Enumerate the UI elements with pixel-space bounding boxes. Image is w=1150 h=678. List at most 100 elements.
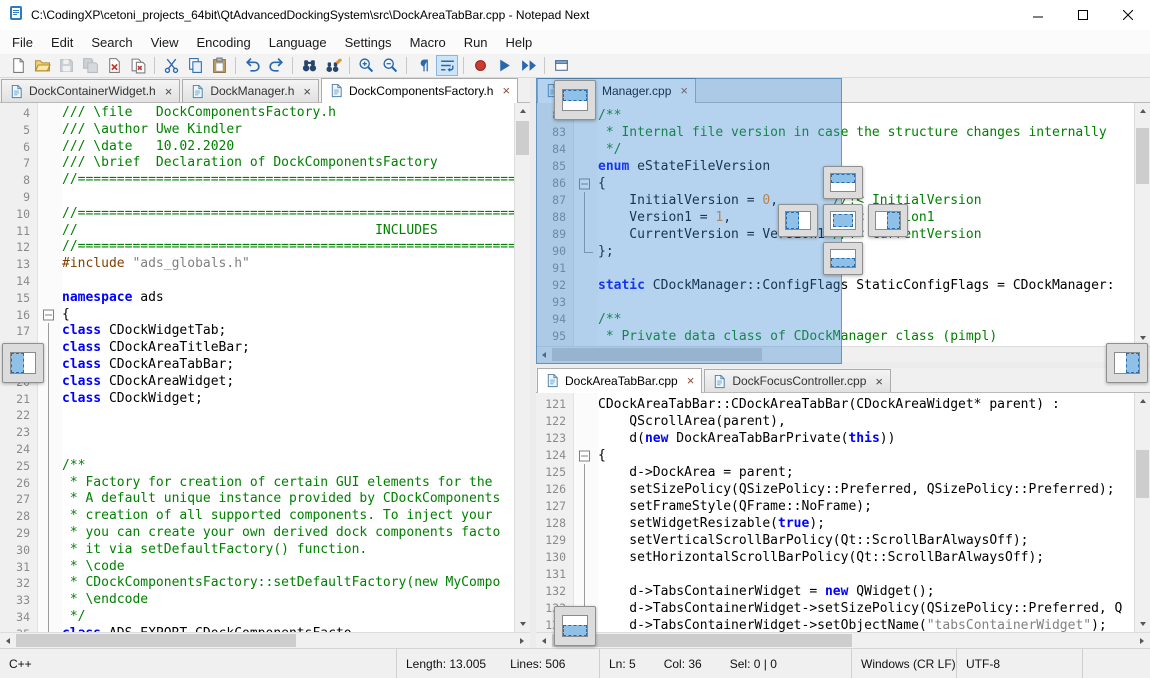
menu-item-view[interactable]: View (142, 30, 188, 54)
scroll-right-button[interactable] (514, 633, 530, 649)
new-file-button[interactable] (7, 55, 29, 76)
scrollbar-thumb[interactable] (1136, 450, 1149, 498)
horizontal-scrollbar[interactable] (536, 632, 1150, 648)
scroll-up-button[interactable] (515, 103, 530, 119)
editor-dockcomponentsfactory[interactable]: 4/// \file DockComponentsFactory.h5/// \… (0, 103, 530, 632)
editor-dockareatabbar[interactable]: 121CDockAreaTabBar::CDockAreaTabBar(CDoc… (536, 393, 1150, 632)
dock-indicator-edge-left[interactable] (2, 343, 44, 383)
horizontal-scrollbar[interactable] (0, 632, 530, 648)
scrollbar-thumb[interactable] (16, 634, 296, 647)
menu-item-run[interactable]: Run (455, 30, 497, 54)
tab-dockcomponentsfactory-h[interactable]: DockComponentsFactory.h× (321, 78, 518, 103)
focus-window-button[interactable] (550, 55, 572, 76)
scrollbar-thumb[interactable] (552, 348, 762, 361)
tab-close-icon[interactable]: × (687, 374, 695, 387)
dock-indicator-edge-top[interactable] (554, 80, 596, 120)
scroll-left-button[interactable] (536, 347, 552, 363)
word-wrap-button[interactable] (436, 55, 458, 76)
tab-bar-bottom-right: DockAreaTabBar.cpp×DockFocusController.c… (536, 368, 1150, 393)
code-line: 12//====================================… (0, 239, 514, 256)
dock-indicator-edge-right[interactable] (1106, 343, 1148, 383)
code-text: * \code (62, 559, 514, 576)
tab-close-icon[interactable]: × (165, 85, 173, 98)
menu-item-help[interactable]: Help (497, 30, 542, 54)
focus-window-icon (553, 57, 570, 74)
scroll-up-button[interactable] (1135, 393, 1150, 409)
fold-marker[interactable] (574, 175, 598, 192)
maximize-button[interactable] (1060, 0, 1105, 30)
tab-close-icon[interactable]: × (502, 84, 510, 97)
close-file-button[interactable] (103, 55, 125, 76)
scrollbar-track[interactable] (1135, 409, 1150, 616)
tab-dockmanager-h[interactable]: DockManager.h× (182, 79, 319, 102)
vertical-scrollbar[interactable] (1134, 393, 1150, 632)
menu-item-language[interactable]: Language (260, 30, 336, 54)
scroll-left-button[interactable] (536, 633, 552, 649)
show-symbols-button[interactable] (412, 55, 434, 76)
menu-item-encoding[interactable]: Encoding (188, 30, 260, 54)
minimize-button[interactable] (1015, 0, 1060, 30)
scrollbar-thumb[interactable] (552, 634, 852, 647)
open-file-button[interactable] (31, 55, 53, 76)
scrollbar-track[interactable] (552, 347, 1134, 362)
scroll-left-button[interactable] (0, 633, 16, 649)
code-area[interactable]: 121CDockAreaTabBar::CDockAreaTabBar(CDoc… (536, 393, 1134, 632)
tab-dockcontainerwidget-h[interactable]: DockContainerWidget.h× (1, 79, 180, 102)
replace-button[interactable] (322, 55, 344, 76)
code-area[interactable]: 4/// \file DockComponentsFactory.h5/// \… (0, 103, 514, 632)
find-button[interactable] (298, 55, 320, 76)
code-line: 13#include "ads_globals.h" (0, 256, 514, 273)
menu-item-macro[interactable]: Macro (401, 30, 455, 54)
close-all-button[interactable] (127, 55, 149, 76)
zoom-out-button[interactable] (379, 55, 401, 76)
arrow-up-icon (1140, 109, 1146, 113)
vertical-scrollbar[interactable] (514, 103, 530, 632)
zoom-in-button[interactable] (355, 55, 377, 76)
menu-item-search[interactable]: Search (82, 30, 141, 54)
run-macro-button[interactable] (517, 55, 539, 76)
scroll-down-button[interactable] (1135, 616, 1150, 632)
redo-button[interactable] (265, 55, 287, 76)
fold-marker[interactable] (574, 447, 598, 464)
dock-indicator-cross-center[interactable] (823, 204, 863, 237)
scrollbar-track[interactable] (1135, 119, 1150, 330)
menu-item-settings[interactable]: Settings (336, 30, 401, 54)
scrollbar-track[interactable] (515, 119, 530, 616)
dock-indicator-cross-right[interactable] (868, 204, 908, 237)
menu-item-edit[interactable]: Edit (42, 30, 82, 54)
tab-dockareatabbar-cpp[interactable]: DockAreaTabBar.cpp× (537, 368, 702, 393)
scroll-down-button[interactable] (515, 616, 530, 632)
scrollbar-track[interactable] (16, 633, 514, 648)
fold-marker (38, 525, 62, 542)
fold-marker[interactable] (38, 307, 62, 324)
undo-button[interactable] (241, 55, 263, 76)
status-length-lines: Length: 13.005 Lines: 506 (397, 649, 600, 678)
toolbar-separator (154, 57, 155, 74)
scrollbar-thumb[interactable] (516, 121, 529, 155)
paste-button[interactable] (208, 55, 230, 76)
dock-indicator-cross-top[interactable] (823, 166, 863, 199)
arrow-up-icon (520, 109, 526, 113)
tab-close-icon[interactable]: × (875, 375, 883, 388)
dock-indicator-cross-bottom[interactable] (823, 242, 863, 275)
dock-indicator-cross-left[interactable] (778, 204, 818, 237)
save-all-button[interactable] (79, 55, 101, 76)
code-line: 23 (0, 424, 514, 441)
scroll-right-button[interactable] (1134, 633, 1150, 649)
scrollbar-thumb[interactable] (1136, 128, 1149, 184)
vertical-scrollbar[interactable] (1134, 103, 1150, 346)
tab-close-icon[interactable]: × (680, 84, 688, 97)
play-macro-button[interactable] (493, 55, 515, 76)
copy-button[interactable] (184, 55, 206, 76)
scroll-up-button[interactable] (1135, 103, 1150, 119)
tab-close-icon[interactable]: × (303, 85, 311, 98)
close-button[interactable] (1105, 0, 1150, 30)
tab-dockfocuscontroller-cpp[interactable]: DockFocusController.cpp× (704, 369, 891, 392)
menu-item-file[interactable]: File (3, 30, 42, 54)
dock-indicator-edge-bottom[interactable] (554, 606, 596, 646)
save-file-button[interactable] (55, 55, 77, 76)
horizontal-scrollbar[interactable] (536, 346, 1150, 362)
record-macro-button[interactable] (469, 55, 491, 76)
scrollbar-track[interactable] (552, 633, 1134, 648)
cut-button[interactable] (160, 55, 182, 76)
